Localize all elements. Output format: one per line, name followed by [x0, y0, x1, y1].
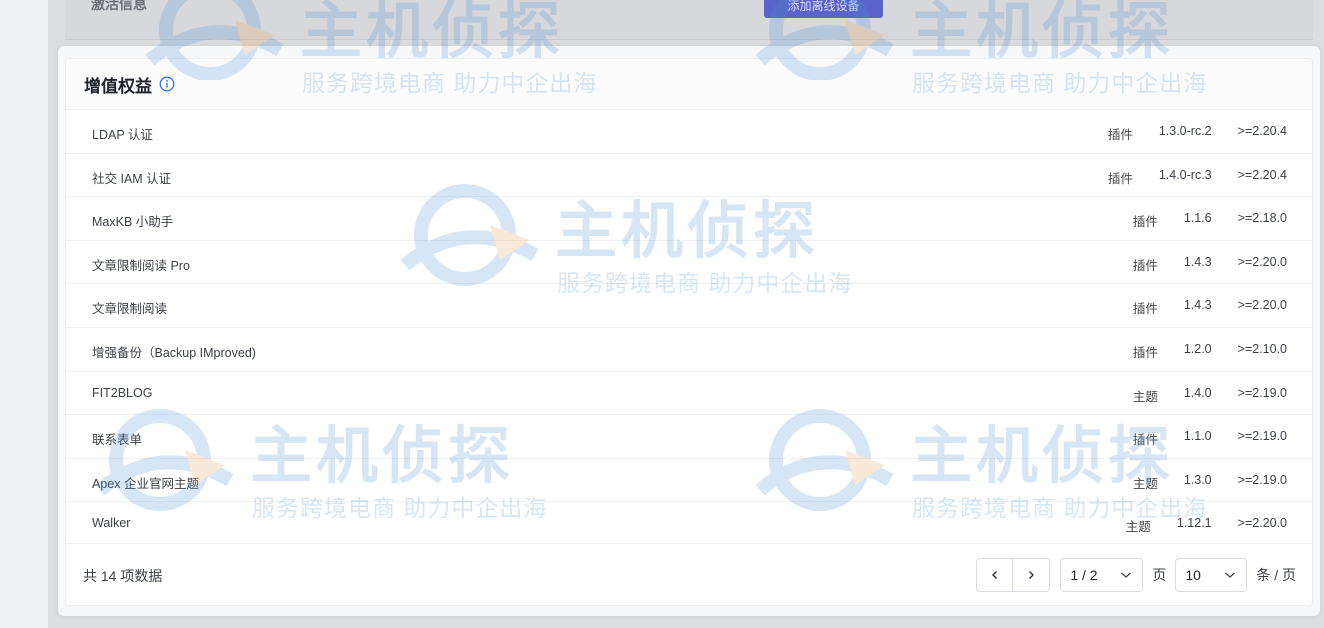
activation-info-label: 激活信息: [91, 0, 147, 12]
rights-list: LDAP 认证 插件 1.3.0-rc.2 >=2.20.4 社交 IAM 认证 插…: [66, 110, 1312, 546]
item-name: 文章限制阅读: [92, 302, 168, 317]
item-type: 插件: [1132, 345, 1158, 360]
item-type: 主题: [1125, 520, 1151, 535]
item-version: 1.4.0: [1183, 385, 1212, 400]
item-version: 1.4.3: [1183, 298, 1212, 313]
item-name: Apex 企业官网主题: [92, 476, 199, 491]
list-item: Apex 企业官网主题 主题 1.3.0 >=2.19.0: [66, 459, 1312, 503]
prev-page-button[interactable]: [976, 558, 1014, 592]
list-item: FIT2BLOG 主题 1.4.0 >=2.19.0: [66, 372, 1312, 416]
panel-title: 增值权益: [84, 76, 152, 96]
item-version: 1.4.0-rc.3: [1158, 167, 1212, 182]
value-added-rights-panel: 增值权益 LDAP 认证 插件 1.3.0-rc.2 >=2.20.4 社交 IAM…: [65, 58, 1313, 606]
panel-header: 增值权益: [66, 59, 1312, 110]
chevron-down-icon: [1225, 572, 1236, 578]
item-name: MaxKB 小助手: [92, 215, 174, 230]
list-item: 联系表单 插件 1.1.0 >=2.19.0: [66, 415, 1312, 459]
item-requirement: >=2.10.0: [1237, 341, 1287, 356]
item-version: 1.12.1: [1176, 516, 1212, 531]
left-sidebar: [0, 0, 49, 628]
item-requirement: >=2.20.0: [1237, 254, 1287, 269]
item-type: 插件: [1132, 258, 1158, 273]
item-requirement: >=2.19.0: [1237, 385, 1287, 400]
page-unit-label: 页: [1152, 567, 1167, 583]
item-requirement: >=2.20.4: [1237, 124, 1287, 138]
page-select[interactable]: 1 / 2: [1060, 558, 1144, 592]
item-type: 插件: [1132, 215, 1158, 230]
item-type: 插件: [1107, 171, 1133, 186]
list-item: Walker 主题 1.12.1 >=2.20.0: [66, 502, 1312, 546]
item-type: 主题: [1132, 476, 1158, 491]
item-type: 主题: [1132, 389, 1158, 404]
chevron-down-icon: [1121, 572, 1132, 578]
page-size-select[interactable]: 10: [1175, 558, 1248, 592]
item-version: 1.3.0: [1183, 472, 1212, 487]
pagination-bar: 共 14 项数据 1 / 2 页 10 条 / 页: [66, 543, 1312, 605]
item-requirement: >=2.20.4: [1237, 167, 1287, 182]
item-requirement: >=2.20.0: [1237, 298, 1287, 313]
list-item: 社交 IAM 认证 插件 1.4.0-rc.3 >=2.20.4: [66, 154, 1312, 198]
item-requirement: >=2.20.0: [1237, 516, 1287, 531]
item-version: 1.3.0-rc.2: [1158, 124, 1212, 138]
list-item: 增强备份（Backup IMproved) 插件 1.2.0 >=2.10.0: [66, 328, 1312, 372]
item-name: 文章限制阅读 Pro: [92, 258, 190, 273]
total-count: 共 14 项数据: [83, 568, 163, 584]
item-requirement: >=2.19.0: [1237, 429, 1287, 444]
item-requirement: >=2.19.0: [1237, 472, 1287, 487]
item-name: Walker: [92, 516, 131, 531]
chevron-right-icon: [1029, 571, 1035, 579]
item-type: 插件: [1107, 128, 1133, 142]
item-name: FIT2BLOG: [92, 385, 153, 400]
list-item: LDAP 认证 插件 1.3.0-rc.2 >=2.20.4: [66, 110, 1312, 154]
activation-card: 激活信息 添加离线设备: [65, 0, 1313, 40]
list-item: 文章限制阅读 Pro 插件 1.4.3 >=2.20.0: [66, 241, 1312, 285]
list-item: 文章限制阅读 插件 1.4.3 >=2.20.0: [66, 284, 1312, 328]
next-page-button[interactable]: [1013, 558, 1051, 592]
item-type: 插件: [1132, 433, 1158, 448]
item-version: 1.2.0: [1183, 341, 1212, 356]
pager: 1 / 2 页 10 条 / 页: [976, 558, 1296, 592]
item-version: 1.4.3: [1183, 254, 1212, 269]
item-name: 联系表单: [92, 433, 143, 448]
item-version: 1.1.0: [1183, 429, 1212, 444]
value-added-rights-modal: 增值权益 LDAP 认证 插件 1.3.0-rc.2 >=2.20.4 社交 IAM…: [58, 46, 1320, 616]
info-circle-icon[interactable]: [158, 76, 175, 93]
add-offline-device-button[interactable]: 添加离线设备: [764, 0, 883, 18]
page-size-unit-label: 条 / 页: [1256, 567, 1296, 583]
page-select-value: 1 / 2: [1070, 567, 1098, 583]
item-name: 增强备份（Backup IMproved): [92, 345, 256, 360]
chevron-left-icon: [991, 571, 997, 579]
item-name: LDAP 认证: [92, 128, 153, 142]
list-item: MaxKB 小助手 插件 1.1.6 >=2.18.0: [66, 197, 1312, 241]
item-version: 1.1.6: [1183, 211, 1212, 226]
page-size-value: 10: [1185, 567, 1201, 583]
item-name: 社交 IAM 认证: [92, 171, 172, 186]
item-type: 插件: [1132, 302, 1158, 317]
item-requirement: >=2.18.0: [1237, 211, 1287, 226]
